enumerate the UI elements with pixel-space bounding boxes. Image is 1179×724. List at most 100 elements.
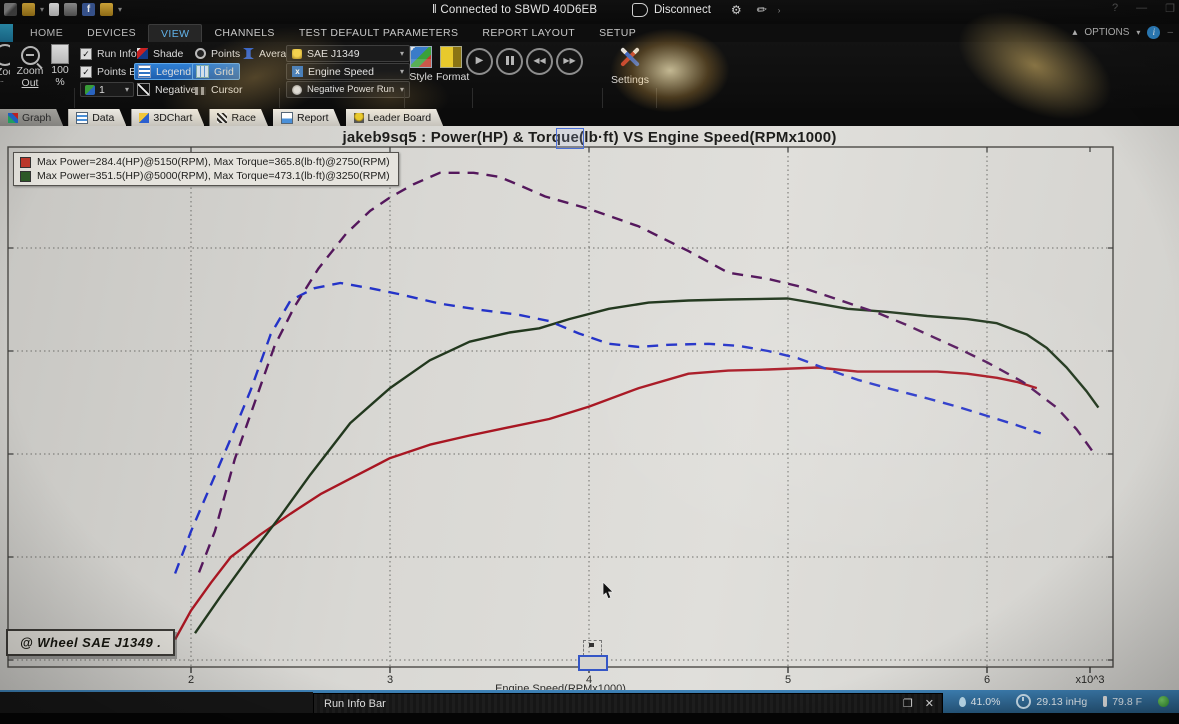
tab-home[interactable]: HOME [18,24,75,42]
graph-format-label: Format [436,71,466,83]
disconnect-button[interactable]: Disconnect ⚙ ✐ › [632,3,780,17]
minimize-button[interactable]: — [1136,2,1147,15]
facebook-icon[interactable]: f [82,3,95,16]
3dchart-tab-icon [139,113,149,123]
options-caret-icon[interactable]: ▾ [1136,28,1140,37]
report-tab-label: Report [297,112,329,124]
doc-tab-graph[interactable]: Graph [0,109,63,126]
tab-channels[interactable]: CHANNELS [202,24,286,42]
info-icon[interactable]: i [1147,26,1160,39]
help-button[interactable]: ? [1112,2,1118,15]
disconnect-icon [632,3,648,17]
new-document-icon[interactable] [49,3,59,16]
doc-tab-leader-board[interactable]: Leader Board [346,109,444,126]
connection-ok-icon [1158,696,1169,707]
x-channel-dropdown[interactable]: x Engine Speed ▾ [286,63,410,80]
save-folder-icon[interactable] [100,3,113,16]
tab-setup[interactable]: SETUP [587,24,648,42]
doc-tab-report[interactable]: Report [273,109,341,126]
cursor-icon [195,87,206,95]
runs-value: 1 [99,84,105,96]
run-info-checkbox[interactable]: ✓ Run Info [80,47,137,61]
grid-toggle[interactable]: Grid [192,63,240,80]
quick-access-toolbar: ▾ f ▾ [4,3,122,16]
cursor-toggle[interactable]: Cursor [192,82,248,97]
run-info-bar-title: Run Info Bar [324,698,386,710]
graph-style-button[interactable]: Style [406,46,436,83]
shade-toggle[interactable]: Shade [134,46,188,61]
dyno-chart: 23456x10^3Engine Speed(RPMx1000) jakeb9s… [0,126,1179,692]
doc-tab-data[interactable]: Data [68,109,126,126]
toolbar-options-icon[interactable]: ▾ [118,5,122,14]
svg-text:3: 3 [387,674,393,686]
connection-status: ‖ Connected to SBWD 40D6EB [432,4,597,16]
grid-label: Grid [214,66,234,78]
3dchart-tab-label: 3DChart [153,112,192,124]
zoom-in-icon [0,44,10,66]
tab-test-default-parameters[interactable]: TEST DEFAULT PARAMETERS [287,24,471,42]
ribbon: Zoom In Zoom Out 100 % Zoom ✓ Run Info ✓… [0,42,1179,109]
forward-icon: ▶▶ [563,56,575,65]
temperature-item: 79.8 F [1103,696,1142,708]
race-tab-icon [217,113,227,123]
options-label[interactable]: OPTIONS [1084,27,1129,38]
chart-title: jakeb9sq5 : Power(HP) & Torque(lb·ft) VS… [0,129,1179,146]
svg-text:2: 2 [188,674,194,686]
graph-format-icon [440,46,462,68]
zoom-out-label2: Out [12,77,48,89]
doc-tab-race[interactable]: Race [209,109,268,126]
tab-report-layout[interactable]: REPORT LAYOUT [470,24,587,42]
open-folder-icon[interactable] [22,3,35,16]
graph-format-button[interactable]: Format [436,46,466,83]
window-controls: ? — ❐ [1112,2,1175,15]
play-button[interactable]: ▶ [466,48,493,75]
correction-watermark: @ Wheel SAE J1349 . [6,629,175,656]
tab-devices[interactable]: DEVICES [75,24,148,42]
settings-label: Settings [608,74,652,86]
close-window-icon[interactable]: ✕ [925,697,934,710]
slider-handle[interactable] [578,655,608,671]
play-icon: ▶ [476,55,484,66]
title-cursor-box[interactable] [556,128,584,149]
zoom-in-button[interactable]: Zoom In [0,44,10,82]
gear-icon[interactable]: ⚙ [731,3,742,17]
settings-button[interactable]: Settings [608,46,652,86]
pause-button[interactable] [496,48,523,75]
print-icon[interactable] [64,3,77,16]
negative-power-run-dropdown[interactable]: Negative Power Run ▾ [286,81,410,98]
tab-view[interactable]: VIEW [148,24,202,43]
title-bar: ▾ f ▾ ‖ Connected to SBWD 40D6EB Disconn… [0,0,1179,24]
pressure-item: 29.13 inHg [1016,694,1087,709]
pin-icon[interactable]: ✐ [752,1,769,18]
runs-icon [85,85,95,95]
forward-button[interactable]: ▶▶ [556,48,583,75]
chart-legend[interactable]: Max Power=284.4(HP)@5150(RPM), Max Torqu… [13,152,399,186]
zoom-out-button[interactable]: Zoom Out [12,46,48,89]
negative-power-run-icon [292,85,302,95]
graph-style-label: Style [406,71,436,83]
axis-cursor-slider[interactable] [578,640,608,672]
dyno-chart-svg: 23456x10^3Engine Speed(RPMx1000) [0,126,1179,692]
rewind-button[interactable]: ◀◀ [526,48,553,75]
smoothing-dropdown[interactable]: SAE J1349 ▾ [286,45,410,62]
tools-icon[interactable] [4,3,17,16]
zoom-100-button[interactable]: 100 % [44,44,76,88]
pressure-value: 29.13 inHg [1036,696,1087,708]
points-toggle[interactable]: Points [192,46,245,61]
restore-window-icon[interactable]: ❐ [903,697,913,710]
doc-tab-3dchart[interactable]: 3DChart [131,109,204,126]
legend-toggle[interactable]: Legend [134,63,197,80]
runs-dropdown[interactable]: 1 ▾ [80,82,134,97]
chevron-right-icon[interactable]: › [778,6,781,15]
mouse-cursor [602,581,615,600]
file-menu-button[interactable] [0,24,13,42]
graph-style-icon [410,46,432,68]
legend-marker-run2 [20,171,31,182]
restore-button[interactable]: ❐ [1165,2,1175,15]
chevron-down-icon[interactable]: ▾ [40,5,44,14]
graph-tab-label: Graph [22,112,51,124]
collapse-ribbon-icon[interactable]: ▴ [1072,27,1077,38]
slider-flag-icon [589,643,594,647]
legend-marker-run1 [20,157,31,168]
zoom-in-label: Zoom In [0,66,10,82]
